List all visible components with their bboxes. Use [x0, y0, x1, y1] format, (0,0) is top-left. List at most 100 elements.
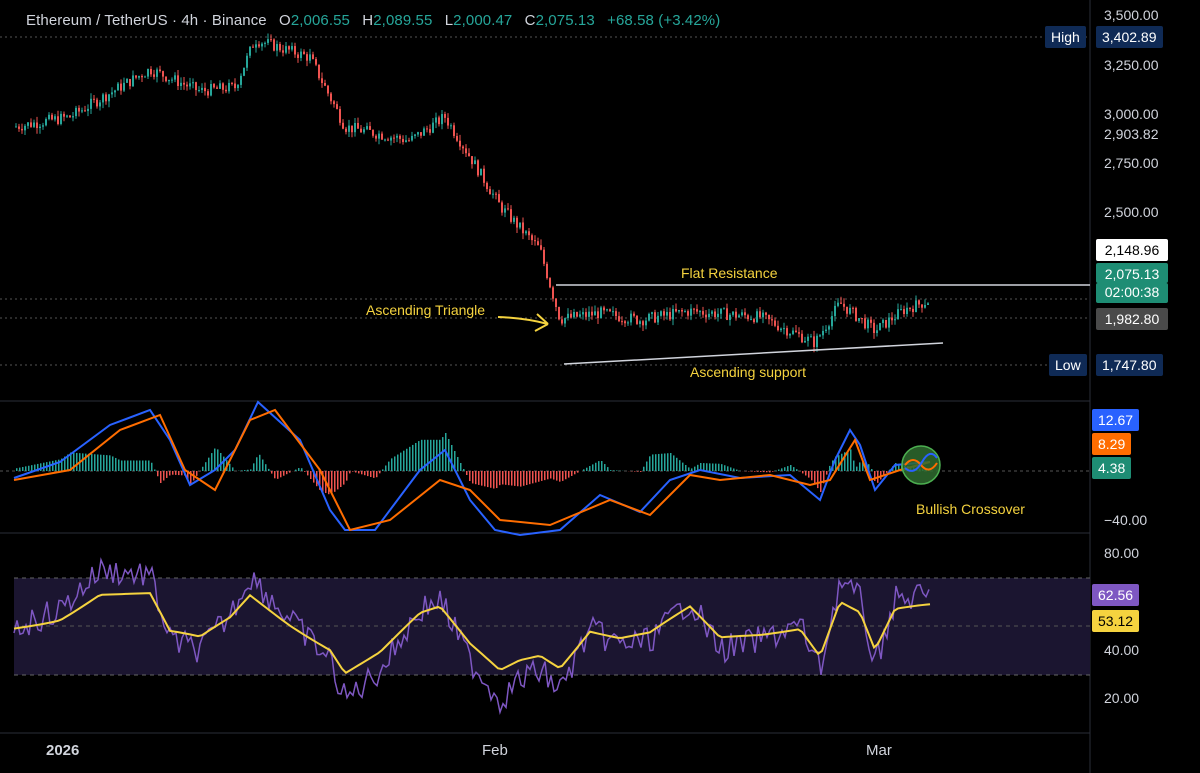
macd-hist-bar-238 [730, 467, 732, 471]
candle-body-119 [372, 129, 374, 136]
candle-body-250 [765, 312, 767, 315]
candle-body-106 [333, 101, 335, 105]
bullish-crossover-label[interactable]: Bullish Crossover [916, 501, 1025, 517]
macd-hist-bar-97 [307, 471, 309, 476]
candle-body-195 [600, 307, 602, 319]
candle-body-162 [501, 202, 503, 213]
candle-body-249 [762, 312, 764, 318]
flat-resistance-label[interactable]: Flat Resistance [681, 265, 777, 281]
candle-body-128 [399, 135, 401, 139]
macd-hist-bar-169 [523, 471, 525, 486]
macd-hist-bar-196 [604, 464, 606, 471]
candle-body-180 [555, 298, 557, 308]
candle-body-200 [615, 311, 617, 317]
candle-body-68 [219, 83, 221, 89]
macd-hist-bar-2 [22, 466, 24, 471]
candle-body-39 [132, 75, 134, 87]
candle-body-121 [378, 133, 380, 139]
candle-body-156 [483, 168, 485, 183]
price-mark-1982: 1,982.80 [1096, 308, 1168, 330]
macd-hist-bar-179 [553, 471, 555, 480]
candle-body-196 [603, 307, 605, 311]
candle-body-260 [795, 330, 797, 333]
candle-body-163 [504, 208, 506, 213]
rsi-ma-tag: 53.12 [1092, 610, 1140, 632]
macd-hist-bar-153 [475, 471, 477, 485]
chart-canvas[interactable] [0, 0, 1200, 773]
macd-hist-bar-98 [310, 471, 312, 479]
candle-body-91 [288, 46, 290, 50]
candle-body-11 [48, 114, 50, 120]
high-key: H [362, 12, 374, 29]
chart-frame: Ethereum / TetherUS · 4h · Binance O2,00… [0, 0, 1200, 773]
macd-hist-bar-5 [31, 465, 33, 471]
candle-body-105 [330, 93, 332, 102]
last-price-tag: 2,075.13 [1096, 263, 1168, 283]
price-tick-2750: 2,750.00 [1104, 155, 1159, 171]
macd-hist-bar-189 [583, 469, 585, 471]
rsi-tick-40: 40.00 [1104, 642, 1140, 658]
macd-hist-bar-108 [340, 471, 342, 487]
candle-body-242 [741, 312, 743, 316]
macd-hist-bar-224 [688, 467, 690, 471]
macd-hist-bar-249 [763, 471, 765, 473]
candle-body-297 [906, 307, 908, 315]
candle-body-213 [654, 312, 656, 323]
candle-body-287 [876, 330, 878, 334]
macd-hist-bar-145 [451, 445, 453, 471]
macd-hist-bar-166 [514, 471, 516, 486]
candle-body-219 [672, 308, 674, 320]
candle-body-93 [294, 46, 296, 55]
macd-hist-bar-233 [715, 463, 717, 471]
ascending-support-label[interactable]: Ascending support [690, 364, 806, 380]
macd-hist-bar-114 [358, 471, 360, 474]
candle-body-81 [258, 44, 260, 47]
candle-body-233 [714, 311, 716, 318]
candle-body-120 [375, 135, 377, 139]
candle-body-264 [807, 336, 809, 341]
macd-hist-bar-220 [676, 457, 678, 471]
macd-hist-bar-32 [112, 456, 114, 471]
macd-hist-bar-36 [124, 460, 126, 471]
candle-body-257 [786, 328, 788, 336]
candle-body-13 [54, 116, 56, 120]
macd-hist-bar-200 [616, 470, 618, 471]
macd-hist-bar-232 [712, 463, 714, 471]
high-tag-value: 3,402.89 [1096, 26, 1163, 48]
macd-hist-bar-62 [202, 466, 204, 471]
candle-body-96 [303, 51, 305, 55]
ascending-support-line[interactable] [563, 342, 944, 365]
candle-body-302 [921, 304, 923, 308]
macd-hist-bar-252 [772, 471, 774, 472]
candle-body-152 [471, 156, 473, 165]
macd-hist-bar-137 [427, 439, 429, 471]
macd-hist-bar-113 [355, 471, 357, 473]
macd-hist-bar-33 [115, 457, 117, 471]
symbol-title[interactable]: Ethereum / TetherUS · 4h · Binance [26, 12, 267, 29]
candle-body-70 [225, 89, 227, 92]
candle-body-134 [417, 132, 419, 135]
macd-hist-bar-278 [850, 449, 852, 471]
macd-hist-bar-22 [82, 453, 84, 471]
candle-body-253 [774, 320, 776, 326]
candle-body-2 [21, 128, 23, 131]
macd-hist-bar-38 [130, 460, 132, 471]
candle-body-63 [204, 87, 206, 92]
macd-hist-bar-197 [607, 467, 609, 471]
macd-hist-bar-72 [232, 467, 234, 471]
ohlc-legend[interactable]: Ethereum / TetherUS · 4h · Binance O2,00… [26, 12, 720, 29]
candle-body-172 [531, 235, 533, 241]
macd-hist-bar-164 [508, 471, 510, 486]
macd-hist-bar-75 [241, 470, 243, 471]
candle-body-255 [780, 328, 782, 331]
candle-body-58 [189, 83, 191, 87]
macd-hist-bar-222 [682, 462, 684, 471]
candle-body-184 [567, 313, 569, 319]
macd-hist-bar-160 [496, 471, 498, 489]
candle-body-216 [663, 311, 665, 316]
candle-body-95 [300, 51, 302, 58]
candle-body-165 [510, 209, 512, 222]
ascending-triangle-label[interactable]: Ascending Triangle [366, 302, 485, 318]
candle-body-243 [744, 312, 746, 316]
macd-hist-bar-226 [694, 466, 696, 471]
